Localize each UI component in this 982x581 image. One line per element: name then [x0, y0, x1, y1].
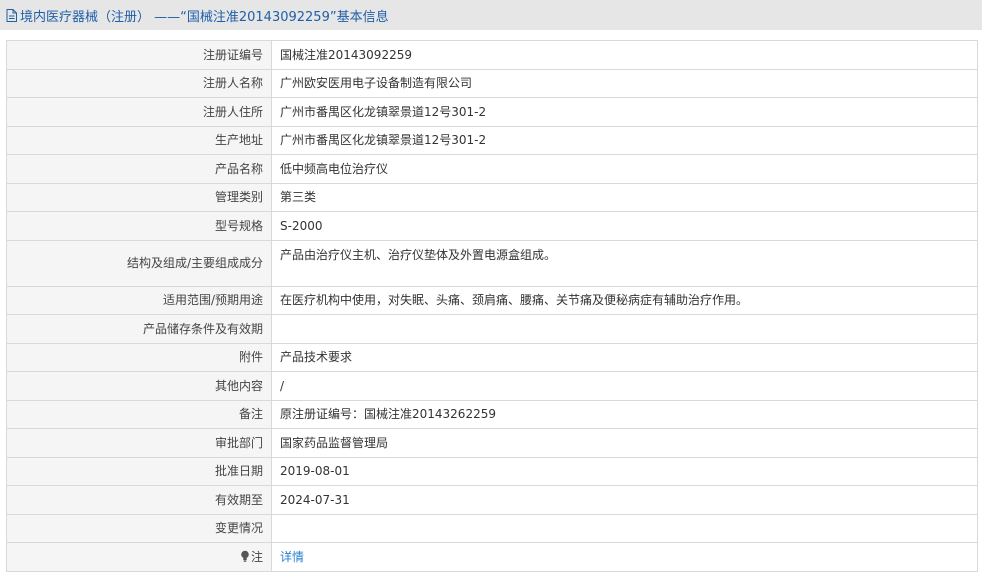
row-value: 国家药品监督管理局 [271, 428, 978, 458]
row-label: 注册证编号 [6, 40, 272, 70]
row-label: 备注 [6, 399, 272, 429]
info-table: 注册证编号 国械注准20143092259 注册人名称 广州欧安医用电子设备制造… [6, 40, 978, 572]
row-value: / [271, 371, 978, 401]
row-value: 2024-07-31 [271, 485, 978, 515]
table-row: 审批部门 国家药品监督管理局 [6, 428, 978, 458]
table-row: 附件 产品技术要求 [6, 342, 978, 372]
row-label: 结构及组成/主要组成成分 [6, 239, 272, 287]
table-row: 有效期至 2024-07-31 [6, 485, 978, 515]
row-value: 第三类 [271, 182, 978, 212]
table-row: 批准日期 2019-08-01 [6, 456, 978, 486]
table-row: 注册证编号 国械注准20143092259 [6, 40, 978, 70]
note-label-cell: 注 [6, 542, 272, 572]
row-label: 注册人名称 [6, 68, 272, 98]
row-label: 其他内容 [6, 371, 272, 401]
table-row: 结构及组成/主要组成成分 产品由治疗仪主机、治疗仪垫体及外置电源盒组成。 [6, 239, 978, 287]
row-label: 产品名称 [6, 154, 272, 184]
row-label: 产品储存条件及有效期 [6, 314, 272, 344]
lightbulb-icon [241, 550, 249, 562]
row-label: 审批部门 [6, 428, 272, 458]
table-row: 备注 原注册证编号：国械注准20143262259 [6, 399, 978, 429]
table-row: 注册人住所 广州市番禺区化龙镇翠景道12号301-2 [6, 97, 978, 127]
row-value: 低中频高电位治疗仪 [271, 154, 978, 184]
table-row: 型号规格 S-2000 [6, 211, 978, 241]
table-row: 生产地址 广州市番禺区化龙镇翠景道12号301-2 [6, 125, 978, 155]
table-row: 其他内容 / [6, 371, 978, 401]
row-value: 广州欧安医用电子设备制造有限公司 [271, 68, 978, 98]
row-value: S-2000 [271, 211, 978, 241]
details-link[interactable]: 详情 [280, 550, 304, 564]
table-row: 产品名称 低中频高电位治疗仪 [6, 154, 978, 184]
row-label: 生产地址 [6, 125, 272, 155]
row-value: 产品由治疗仪主机、治疗仪垫体及外置电源盒组成。 [271, 239, 978, 287]
table-row: 注册人名称 广州欧安医用电子设备制造有限公司 [6, 68, 978, 98]
row-label: 附件 [6, 342, 272, 372]
row-label: 有效期至 [6, 485, 272, 515]
row-value: 2019-08-01 [271, 456, 978, 486]
row-label: 型号规格 [6, 211, 272, 241]
row-label: 变更情况 [6, 513, 272, 543]
page-header: 境内医疗器械（注册） ——“国械注准20143092259”基本信息 [0, 0, 982, 30]
table-row: 管理类别 第三类 [6, 182, 978, 212]
table-row: 注 详情 [6, 542, 978, 572]
row-value: 产品技术要求 [271, 342, 978, 372]
note-value-cell: 详情 [271, 542, 978, 572]
row-value: 原注册证编号：国械注准20143262259 [271, 399, 978, 429]
table-row: 适用范围/预期用途 在医疗机构中使用，对失眠、头痛、颈肩痛、腰痛、关节痛及便秘病… [6, 285, 978, 315]
page-title: 境内医疗器械（注册） ——“国械注准20143092259”基本信息 [20, 9, 389, 25]
row-label: 管理类别 [6, 182, 272, 212]
row-label: 适用范围/预期用途 [6, 285, 272, 315]
table-row: 产品储存条件及有效期 [6, 314, 978, 344]
row-label: 注 [250, 549, 263, 564]
row-value: 在医疗机构中使用，对失眠、头痛、颈肩痛、腰痛、关节痛及便秘病症有辅助治疗作用。 [271, 285, 978, 315]
row-value: 国械注准20143092259 [271, 40, 978, 70]
row-value [271, 314, 978, 344]
table-row: 变更情况 [6, 513, 978, 543]
row-value: 广州市番禺区化龙镇翠景道12号301-2 [271, 97, 978, 127]
row-value: 广州市番禺区化龙镇翠景道12号301-2 [271, 125, 978, 155]
row-value [271, 513, 978, 543]
document-icon [6, 8, 17, 22]
row-label: 注册人住所 [6, 97, 272, 127]
row-label: 批准日期 [6, 456, 272, 486]
info-table-frame: 注册证编号 国械注准20143092259 注册人名称 广州欧安医用电子设备制造… [6, 40, 978, 572]
